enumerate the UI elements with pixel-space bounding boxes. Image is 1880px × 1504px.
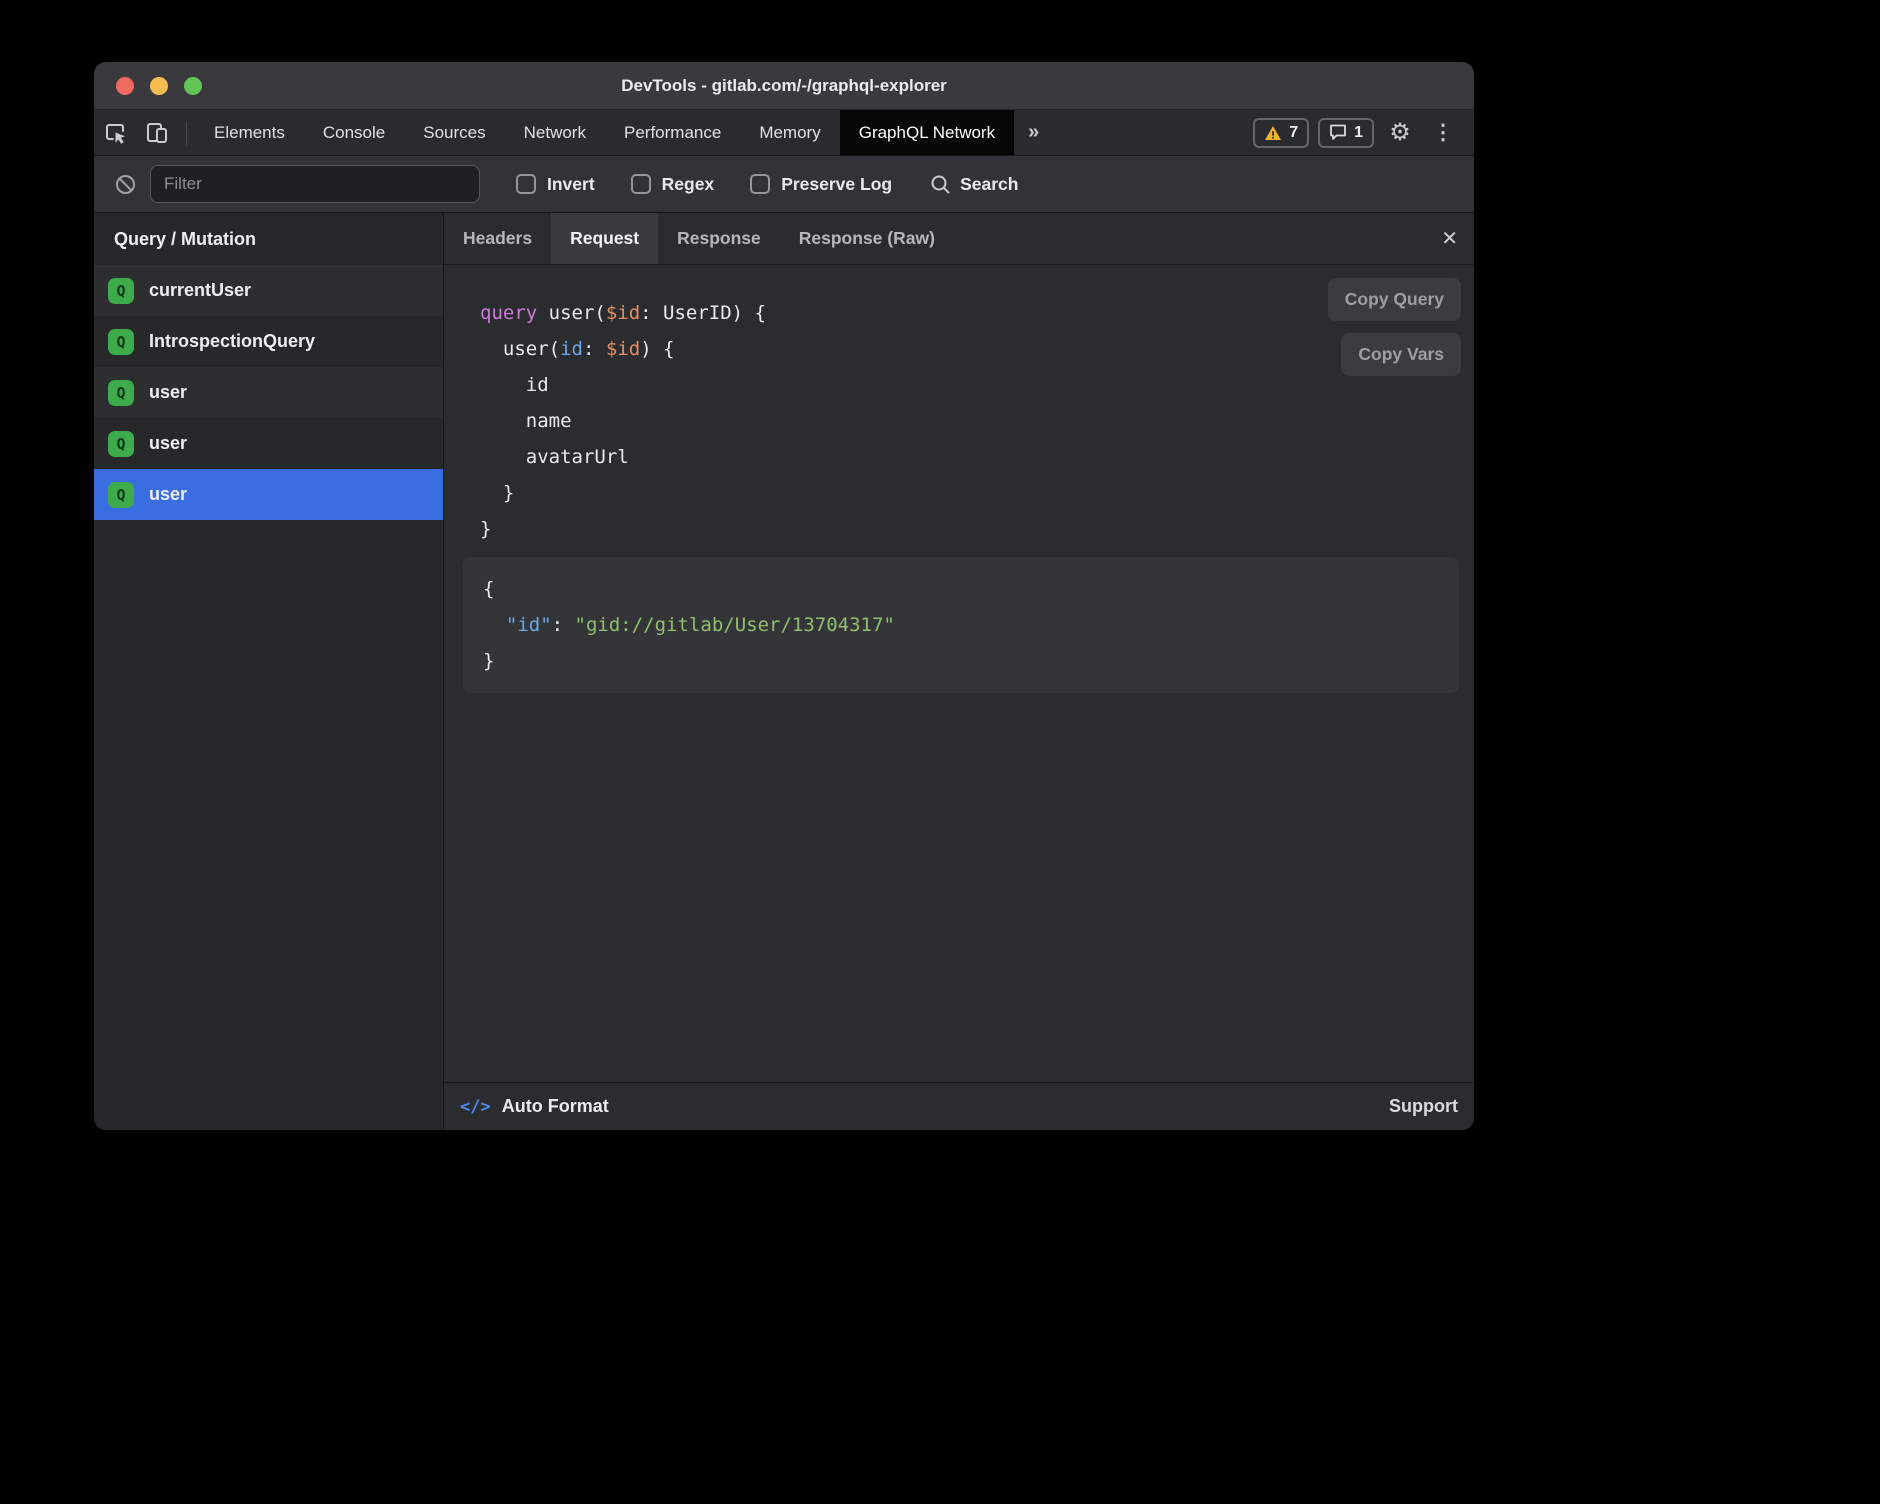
tab-headers[interactable]: Headers <box>444 213 551 264</box>
list-item-label: user <box>149 433 187 454</box>
copy-query-button[interactable]: Copy Query <box>1328 278 1461 321</box>
device-toolbar-icon[interactable] <box>136 110 178 155</box>
traffic-lights <box>116 62 202 109</box>
tab-elements[interactable]: Elements <box>195 110 304 155</box>
detail-tab-bar: Headers Request Response Response (Raw) … <box>444 213 1474 265</box>
close-window-button[interactable] <box>116 77 134 95</box>
invert-checkbox[interactable]: Invert <box>516 174 595 195</box>
toolbar-separator <box>186 121 187 145</box>
device-toggle-icon <box>144 120 170 146</box>
tab-network[interactable]: Network <box>505 110 605 155</box>
regex-checkbox-box <box>631 174 651 194</box>
devtools-tab-bar: Elements Console Sources Network Perform… <box>94 110 1474 156</box>
query-list-header: Query / Mutation <box>94 213 443 265</box>
invert-checkbox-box <box>516 174 536 194</box>
minimize-window-button[interactable] <box>150 77 168 95</box>
more-tabs-button[interactable]: » <box>1014 110 1053 155</box>
message-bubble-icon <box>1329 124 1347 141</box>
warnings-count: 7 <box>1289 124 1298 142</box>
regex-checkbox[interactable]: Regex <box>631 174 715 195</box>
tab-console[interactable]: Console <box>304 110 404 155</box>
tab-response-raw[interactable]: Response (Raw) <box>780 213 954 264</box>
graphql-variables-box: { "id": "gid://gitlab/User/13704317"} <box>463 557 1459 693</box>
main-content: Query / Mutation Q currentUser Q Introsp… <box>94 213 1474 1130</box>
list-item-user-3-selected[interactable]: Q user <box>94 469 443 520</box>
preserve-log-checkbox-box <box>750 174 770 194</box>
query-list-panel: Query / Mutation Q currentUser Q Introsp… <box>94 213 444 1130</box>
detail-panel: Headers Request Response Response (Raw) … <box>444 213 1474 1130</box>
query-type-badge: Q <box>108 380 134 406</box>
clear-log-icon[interactable] <box>108 173 142 196</box>
detail-footer: </> Auto Format Support <box>444 1082 1474 1130</box>
kebab-menu-icon[interactable]: ⋮ <box>1426 120 1460 145</box>
inspect-cursor-icon <box>102 120 128 146</box>
close-detail-icon[interactable]: ✕ <box>1441 229 1458 249</box>
inspect-element-icon[interactable] <box>94 110 136 155</box>
list-item-user-2[interactable]: Q user <box>94 418 443 469</box>
block-circle-icon <box>114 173 137 196</box>
search-label: Search <box>960 174 1018 195</box>
graphql-query-code: query user($id: UserID) { user(id: $id) … <box>444 265 1474 547</box>
tab-response[interactable]: Response <box>658 213 780 264</box>
filter-input[interactable] <box>150 165 480 203</box>
settings-gear-icon[interactable]: ⚙ <box>1383 118 1417 147</box>
search-toggle[interactable]: Search <box>930 174 1018 195</box>
preserve-log-checkbox-label: Preserve Log <box>781 174 892 195</box>
list-item-user-1[interactable]: Q user <box>94 367 443 418</box>
list-item-introspectionquery[interactable]: Q IntrospectionQuery <box>94 316 443 367</box>
support-link[interactable]: Support <box>1389 1096 1458 1117</box>
tab-request[interactable]: Request <box>551 213 658 264</box>
query-type-badge: Q <box>108 278 134 304</box>
title-bar: DevTools - gitlab.com/-/graphql-explorer <box>94 62 1474 110</box>
preserve-log-checkbox[interactable]: Preserve Log <box>750 174 892 195</box>
warnings-badge[interactable]: 7 <box>1253 118 1309 148</box>
query-type-badge: Q <box>108 431 134 457</box>
zoom-window-button[interactable] <box>184 77 202 95</box>
tab-sources[interactable]: Sources <box>404 110 504 155</box>
warning-triangle-icon <box>1264 125 1282 141</box>
search-icon <box>930 174 951 195</box>
list-item-label: user <box>149 382 187 403</box>
tab-bar-right-controls: 7 1 ⚙ ⋮ <box>1253 110 1474 155</box>
filter-toolbar: Invert Regex Preserve Log Search <box>94 156 1474 213</box>
query-type-badge: Q <box>108 482 134 508</box>
issues-badge[interactable]: 1 <box>1318 118 1374 148</box>
query-type-badge: Q <box>108 329 134 355</box>
list-item-label: user <box>149 484 187 505</box>
code-brackets-icon: </> <box>460 1097 491 1117</box>
list-item-label: IntrospectionQuery <box>149 331 315 352</box>
auto-format-button[interactable]: Auto Format <box>502 1096 609 1117</box>
window-title: DevTools - gitlab.com/-/graphql-explorer <box>94 76 1474 96</box>
tab-graphql-network[interactable]: GraphQL Network <box>840 110 1014 155</box>
invert-checkbox-label: Invert <box>547 174 595 195</box>
copy-buttons: Copy Query Copy Vars <box>1328 278 1461 376</box>
list-item-label: currentUser <box>149 280 251 301</box>
issues-count: 1 <box>1354 124 1363 142</box>
request-body: Copy Query Copy Vars query user($id: Use… <box>444 265 1474 1082</box>
list-item-currentuser[interactable]: Q currentUser <box>94 265 443 316</box>
devtools-window: DevTools - gitlab.com/-/graphql-explorer… <box>94 62 1474 1130</box>
tab-memory[interactable]: Memory <box>740 110 839 155</box>
copy-vars-button[interactable]: Copy Vars <box>1341 333 1461 376</box>
tab-performance[interactable]: Performance <box>605 110 740 155</box>
regex-checkbox-label: Regex <box>662 174 715 195</box>
